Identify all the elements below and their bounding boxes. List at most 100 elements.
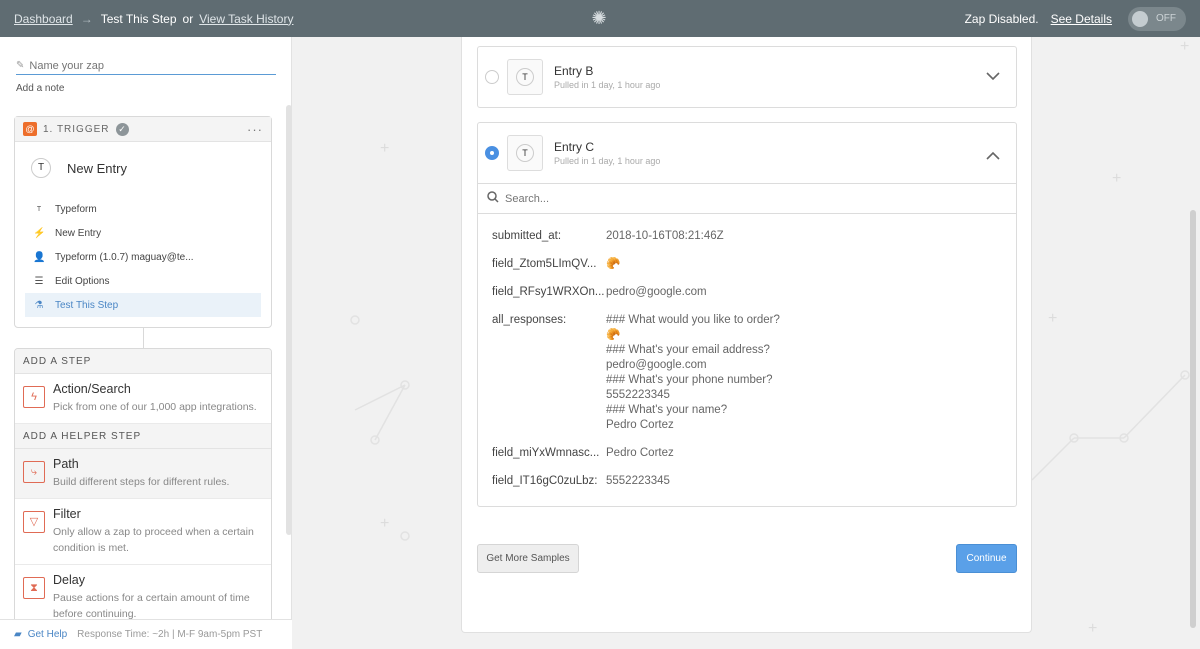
entry-c-row[interactable]: T Entry C Pulled in 1 day, 1 hour ago bbox=[478, 123, 1016, 183]
entry-c-name: Entry C bbox=[554, 140, 595, 154]
zap-status-text: Zap Disabled. bbox=[964, 11, 1039, 26]
list-icon: ☰ bbox=[34, 275, 44, 287]
chat-icon: ▰ bbox=[14, 629, 22, 640]
trigger-item-app[interactable]: T Typeform bbox=[25, 197, 261, 221]
entry-c-text: Entry C Pulled in 1 day, 1 hour ago bbox=[554, 140, 660, 166]
entry-b-card: T Entry B Pulled in 1 day, 1 hour ago bbox=[477, 46, 1017, 108]
get-help-link[interactable]: Get Help bbox=[28, 629, 67, 640]
add-note-link[interactable]: Add a note bbox=[16, 83, 64, 94]
field-search-box[interactable] bbox=[478, 183, 1017, 214]
trigger-header[interactable]: @ 1. TRIGGER ✓ ··· bbox=[15, 117, 271, 142]
field-key: field_IT16gC0zuLbz: bbox=[492, 475, 598, 487]
option-title: Delay bbox=[53, 573, 85, 587]
entry-c-card: T Entry C Pulled in 1 day, 1 hour ago su… bbox=[477, 122, 1017, 507]
trigger-item-label: Edit Options bbox=[55, 275, 110, 287]
main-scrollbar[interactable] bbox=[1190, 210, 1196, 628]
field-value: pedro@google.com bbox=[606, 286, 707, 298]
action-search-option[interactable]: ϟ Action/Search Pick from one of our 1,0… bbox=[15, 374, 271, 424]
get-more-samples-button[interactable]: Get More Samples bbox=[477, 544, 579, 573]
trigger-item-label: Typeform (1.0.7) maguay@te... bbox=[55, 251, 194, 263]
option-description: Build different steps for different rule… bbox=[53, 476, 230, 488]
person-icon: 👤 bbox=[33, 251, 46, 263]
entry-c-radio[interactable] bbox=[485, 146, 499, 160]
zap-on-off-toggle[interactable]: OFF bbox=[1128, 6, 1186, 31]
option-title: Path bbox=[53, 457, 79, 471]
field-key: submitted_at: bbox=[492, 230, 562, 242]
entry-b-text: Entry B Pulled in 1 day, 1 hour ago bbox=[554, 64, 660, 90]
search-input[interactable] bbox=[505, 192, 985, 205]
typeform-app-box: T bbox=[507, 59, 543, 95]
lightning-icon: ⚡ bbox=[33, 227, 46, 239]
option-title: Action/Search bbox=[53, 382, 131, 396]
background-network-lines-right bbox=[1032, 370, 1190, 481]
background-plus-icon: + bbox=[1048, 310, 1058, 327]
field-value: 5552223345 bbox=[606, 475, 670, 487]
top-bar: Dashboard → Test This Step or View Task … bbox=[0, 0, 1200, 37]
add-step-header: ADD A STEP bbox=[15, 349, 271, 374]
option-description: Pause actions for a certain amount of ti… bbox=[53, 592, 250, 620]
field-row: field_miYxWmnasc... Pedro Cortez bbox=[492, 446, 1002, 461]
trigger-title-row[interactable]: T New Entry bbox=[15, 142, 271, 178]
breadcrumb-or: or bbox=[182, 11, 194, 26]
filter-option[interactable]: ▽ Filter Only allow a zap to proceed whe… bbox=[15, 499, 271, 565]
trigger-title: New Entry bbox=[67, 160, 127, 176]
entry-c-pulled-time: Pulled in 1 day, 1 hour ago bbox=[554, 156, 661, 166]
entry-b-row[interactable]: T Entry B Pulled in 1 day, 1 hour ago bbox=[478, 47, 1016, 107]
dashboard-link[interactable]: Dashboard bbox=[14, 12, 73, 26]
field-key: field_RFsy1WRXOn... bbox=[492, 286, 605, 298]
trigger-label: 1. TRIGGER bbox=[43, 123, 110, 135]
trigger-item-event[interactable]: ⚡ New Entry bbox=[25, 221, 261, 245]
flask-icon: ⚗ bbox=[34, 299, 44, 311]
toggle-knob bbox=[1132, 10, 1148, 27]
entry-b-pulled-time: Pulled in 1 day, 1 hour ago bbox=[554, 80, 661, 90]
check-icon: ✓ bbox=[115, 122, 129, 136]
trigger-steps-list: T Typeform ⚡ New Entry 👤 Typeform (1.0.7… bbox=[25, 197, 261, 317]
entry-b-name: Entry B bbox=[554, 64, 594, 78]
path-option[interactable]: ⤷ Path Build different steps for differe… bbox=[15, 449, 271, 499]
zap-status-area: Zap Disabled. See Details OFF bbox=[965, 0, 1186, 37]
more-options-icon[interactable]: ··· bbox=[247, 122, 263, 137]
trigger-item-label: Test This Step bbox=[55, 299, 119, 311]
trigger-item-label: Typeform bbox=[55, 203, 97, 215]
sidebar: ✎ Add a note @ 1. TRIGGER ✓ ··· T New En… bbox=[0, 37, 292, 649]
view-task-history-link[interactable]: View Task History bbox=[199, 12, 293, 26]
field-row: submitted_at: 2018-10-16T08:21:46Z bbox=[492, 229, 1002, 244]
field-row: all_responses: ### What would you like t… bbox=[492, 313, 1002, 433]
zapier-logo-icon[interactable]: ✺ bbox=[590, 9, 608, 27]
trigger-item-label: New Entry bbox=[55, 227, 102, 239]
typeform-logo-icon: T bbox=[516, 68, 534, 86]
zap-name-field[interactable]: ✎ bbox=[16, 57, 276, 75]
field-key: field_miYxWmnasc... bbox=[492, 447, 600, 459]
lightning-icon: ϟ bbox=[23, 386, 45, 408]
typeform-logo-icon: T bbox=[31, 158, 51, 178]
help-footer: ▰ Get Help Response Time: ~2h | M-F 9am-… bbox=[0, 619, 292, 649]
chevron-up-icon[interactable] bbox=[986, 147, 1000, 163]
option-description: Only allow a zap to proceed when a certa… bbox=[53, 526, 254, 554]
trigger-item-test-step[interactable]: ⚗ Test This Step bbox=[25, 293, 261, 317]
path-icon: ⤷ bbox=[23, 461, 45, 483]
background-plus-icon: + bbox=[380, 140, 390, 157]
pencil-icon: ✎ bbox=[16, 60, 25, 71]
filter-icon: ▽ bbox=[23, 511, 45, 533]
entry-b-radio[interactable] bbox=[485, 70, 499, 84]
typeform-app-icon: @ bbox=[23, 122, 37, 136]
option-description: Pick from one of our 1,000 app integrati… bbox=[53, 401, 257, 413]
response-time-text: Response Time: ~2h | M-F 9am-5pm PST bbox=[77, 629, 263, 640]
see-details-link[interactable]: See Details bbox=[1051, 12, 1112, 26]
field-value: Pedro Cortez bbox=[606, 447, 674, 459]
background-plus-icon: + bbox=[1088, 620, 1098, 637]
option-title: Filter bbox=[53, 507, 81, 521]
chevron-down-icon[interactable] bbox=[986, 68, 1000, 84]
sample-fields-list: submitted_at: 2018-10-16T08:21:46Z field… bbox=[492, 229, 1002, 502]
typeform-icon: T bbox=[36, 205, 42, 213]
field-value: 2018-10-16T08:21:46Z bbox=[606, 230, 724, 242]
trigger-item-edit-options[interactable]: ☰ Edit Options bbox=[25, 269, 261, 293]
zap-name-input[interactable] bbox=[29, 59, 260, 72]
field-key: all_responses: bbox=[492, 314, 567, 326]
sidebar-scrollbar[interactable] bbox=[286, 105, 292, 535]
field-row: field_Ztom5LImQV... 🥐 bbox=[492, 257, 1002, 272]
continue-button[interactable]: Continue bbox=[956, 544, 1017, 573]
trigger-item-account[interactable]: 👤 Typeform (1.0.7) maguay@te... bbox=[25, 245, 261, 269]
breadcrumb-current: Test This Step bbox=[100, 11, 177, 26]
typeform-app-box: T bbox=[507, 135, 543, 171]
